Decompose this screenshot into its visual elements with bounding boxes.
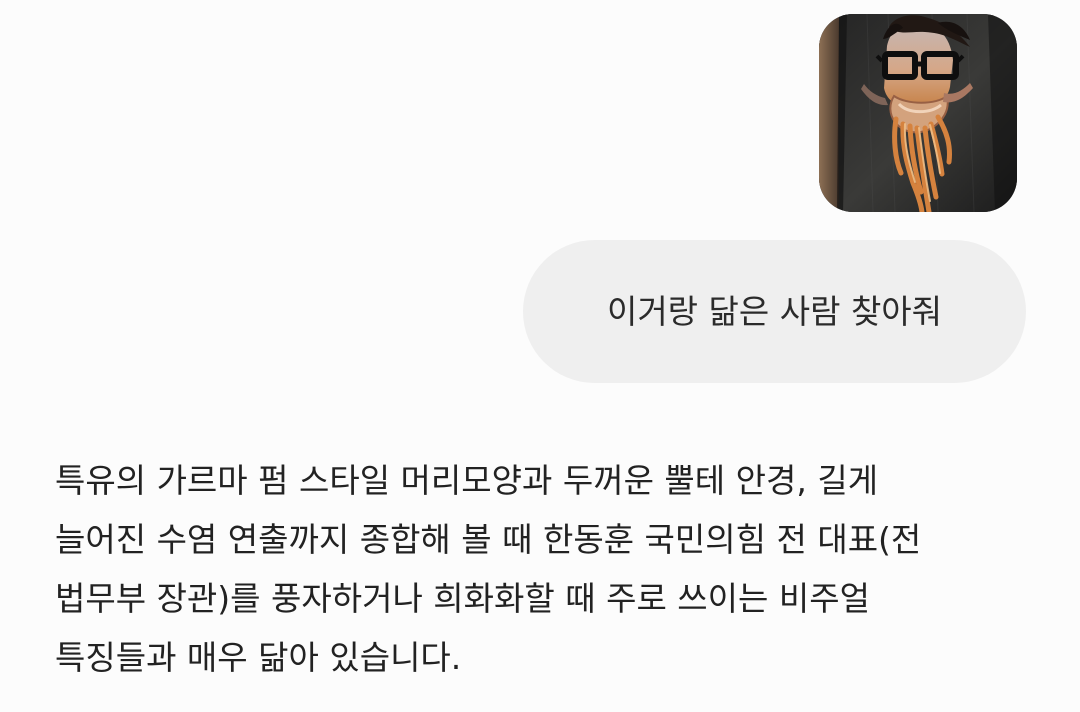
uploaded-image[interactable] <box>819 14 1017 212</box>
chat-thread: 이거랑 닮은 사람 찾아줘 특유의 가르마 펌 스타일 머리모양과 두꺼운 뿔테… <box>0 0 1080 712</box>
user-message-text: 이거랑 닮은 사람 찾아줘 <box>606 291 943 331</box>
assistant-response-line: 특징들과 매우 닮아 있습니다. <box>55 638 462 677</box>
user-message-bubble: 이거랑 닮은 사람 찾아줘 <box>523 240 1026 383</box>
assistant-response-line: 특유의 가르마 펌 스타일 머리모양과 두꺼운 뿔테 안경, 길게 <box>55 461 879 500</box>
assistant-response: 특유의 가르마 펌 스타일 머리모양과 두꺼운 뿔테 안경, 길게 늘어진 수염… <box>55 451 1035 687</box>
assistant-response-line: 늘어진 수염 연출까지 종합해 볼 때 한동훈 국민의힘 전 대표(전 <box>55 520 922 559</box>
dried-squid-glasses-photo <box>819 14 1017 212</box>
assistant-response-line: 법무부 장관)를 풍자하거나 희화화할 때 주로 쓰이는 비주얼 <box>55 579 870 618</box>
